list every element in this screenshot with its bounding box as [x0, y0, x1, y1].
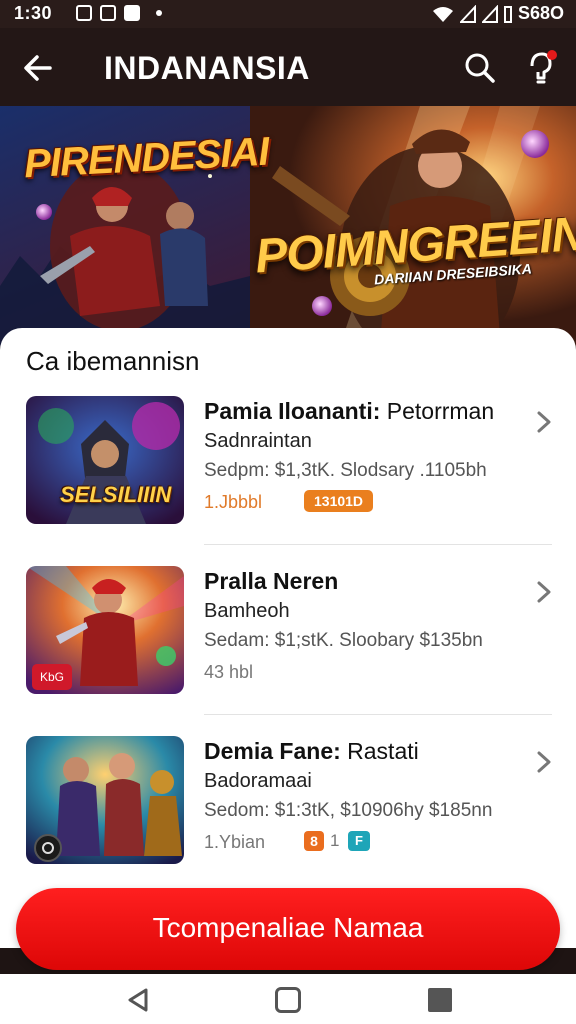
search-icon[interactable]: [460, 48, 500, 88]
tag-count: 1: [330, 831, 340, 850]
game-title-rest: Rastati: [340, 738, 419, 764]
game-title: Pralla Neren: [204, 568, 338, 595]
nav-back-icon[interactable]: [124, 986, 152, 1014]
game-title-rest: Petorrman: [380, 398, 495, 424]
game-title-bold: Demia Fane:: [204, 738, 341, 764]
game-meta: Sedom: $1:3tK, $10906hy $185nn: [204, 800, 493, 821]
chevron-right-icon[interactable]: [530, 408, 558, 436]
status-notification-icons: [76, 5, 162, 21]
gallery-notification-icon: [76, 5, 92, 21]
primary-cta-button[interactable]: Tcompenaliae Namaa: [16, 888, 560, 970]
game-title-bold: Pralla Neren: [204, 568, 339, 594]
play-badge-icon: [34, 834, 62, 862]
status-bar: 1:30 S68O: [0, 0, 576, 28]
game-count: 43 hbl: [204, 662, 254, 682]
game-subtitle: Sadnraintan: [204, 430, 312, 452]
tag-badge: 8: [304, 831, 324, 851]
message-notification-icon: [124, 5, 140, 21]
hero-banner[interactable]: PIRENDESIAI POIMNGREEIN DARIIAN DRESEIBS…: [0, 106, 576, 346]
game-count: 1.Ybian: [204, 832, 266, 852]
thumbnail-badge: KbG: [32, 664, 72, 690]
list-item[interactable]: Demia Fane: Rastati Badoramaai Sedom: $1…: [0, 730, 576, 880]
nav-recents-icon[interactable]: [428, 988, 452, 1012]
divider: [204, 714, 552, 715]
list-item[interactable]: SELSILIIIN Pamia Iloananti: Petorrman Sa…: [0, 390, 576, 540]
game-title-bold: Pamia Iloananti:: [204, 398, 381, 424]
game-thumbnail: KbG: [26, 566, 184, 694]
status-right: S68O: [432, 3, 564, 24]
signal-icon-2: [481, 4, 498, 23]
tag-badge-teal: F: [348, 831, 370, 851]
wifi-icon: [432, 6, 453, 22]
page-title: INDANANSIA: [104, 50, 310, 86]
game-count: 1.Jbbbl: [204, 492, 263, 512]
chevron-right-icon[interactable]: [530, 578, 558, 606]
more-notifications-icon: [156, 10, 162, 16]
battery-text: S68O: [517, 3, 564, 23]
chevron-right-icon[interactable]: [530, 748, 558, 776]
status-badge: 13101D: [304, 490, 374, 512]
system-nav-bar: [0, 974, 576, 1024]
section-title: Ca ibemannisn: [26, 346, 200, 376]
list-item[interactable]: KbG Pralla Neren Bamheoh Sedam: $1;stK. …: [0, 560, 576, 710]
status-time: 1:30: [14, 3, 53, 23]
app-bar: INDANANSIA: [0, 28, 576, 106]
game-meta: Sedam: $1;stK. Sloobary $135bn: [204, 630, 483, 651]
notification-bell-icon[interactable]: [522, 46, 562, 90]
divider: [204, 544, 552, 545]
game-meta: Sedpm: $1,3tK. Slodsary .1105bh: [204, 460, 487, 481]
game-subtitle: Badoramaai: [204, 770, 312, 792]
game-title: Demia Fane: Rastati: [204, 738, 419, 765]
app-notification-icon: [100, 5, 116, 21]
content-sheet: Ca ibemannisn SELSILIIIN Pamia Iloananti…: [0, 328, 576, 948]
game-thumbnail: SELSILIIIN: [26, 396, 184, 524]
nav-home-icon[interactable]: [275, 987, 301, 1013]
signal-icon: [459, 4, 476, 23]
game-thumbnail: [26, 736, 184, 864]
arrow-left-icon[interactable]: [18, 48, 58, 88]
thumbnail-caption: SELSILIIIN: [60, 482, 172, 507]
battery-icon: [503, 5, 512, 23]
game-subtitle: Bamheoh: [204, 600, 290, 622]
game-title: Pamia Iloananti: Petorrman: [204, 398, 494, 425]
